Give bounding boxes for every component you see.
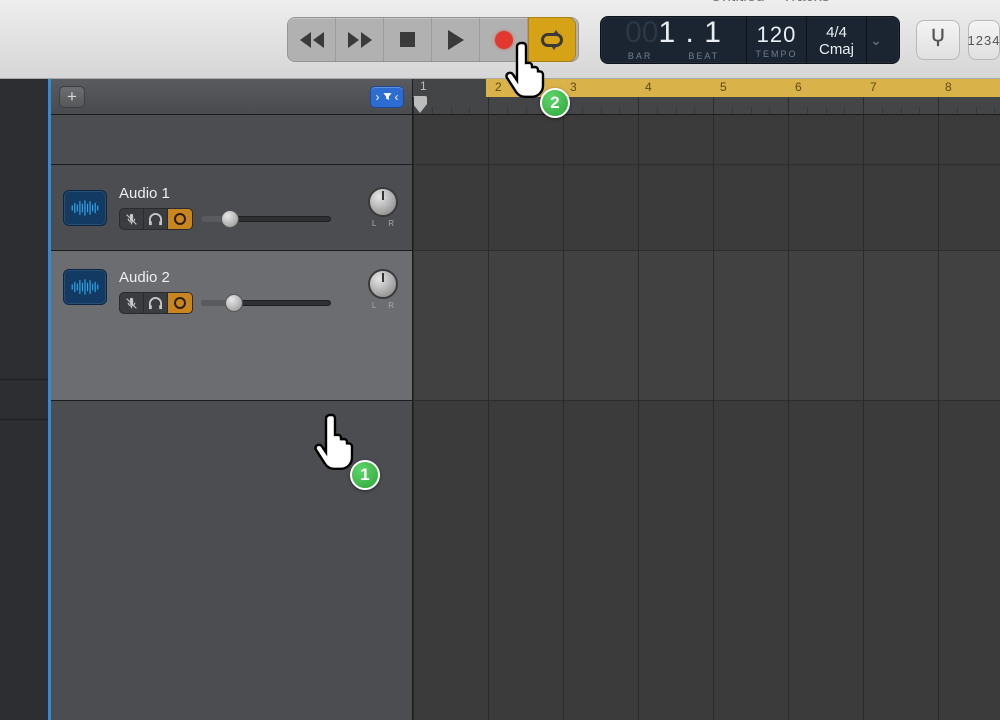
bar-number: 8 [945,80,952,94]
add-track-button[interactable]: + [59,86,85,108]
mute-button[interactable] [120,293,144,313]
chevron-left-icon: ‹ [395,90,399,104]
filter-icon [382,91,393,102]
stop-button[interactable] [384,17,432,62]
tuner-button[interactable] [916,20,960,60]
grid-row [413,165,1000,251]
track-list-header: + › ‹ [51,79,412,115]
tutorial-badge: 1 [350,460,380,490]
track-type-icon[interactable] [63,190,107,226]
arrangement-grid[interactable] [413,115,1000,720]
cycle-button[interactable] [528,17,576,62]
pan-control[interactable]: L R [366,187,400,228]
countin-label: 1234 [968,33,1000,48]
pan-control[interactable]: L R [366,269,400,310]
lcd-position-value: 1 . 1 [659,16,722,49]
arrangement-area[interactable]: 12345678 [413,79,1000,720]
bar-label: BAR [628,51,653,61]
track-name[interactable]: Audio 2 [119,269,354,286]
inspector-slot[interactable] [0,379,48,419]
pan-label: L R [372,219,399,228]
tempo-value: 120 [757,24,797,46]
record-button[interactable] [480,17,528,62]
monitor-button[interactable] [144,209,168,229]
record-enable-icon [174,297,186,309]
record-enable-button[interactable] [168,209,192,229]
chevron-right-icon: › [376,90,380,104]
beat-label: BEAT [688,51,719,61]
play-icon [448,30,464,50]
bar-number: 7 [870,80,877,94]
grid-row [413,115,1000,165]
track-button-group [119,208,193,230]
bar-number: 5 [720,80,727,94]
bar-number: 1 [420,79,427,93]
inspector-slot[interactable] [0,79,48,119]
countin-button[interactable]: 1234 [968,20,1000,60]
mute-icon [125,213,138,226]
lcd-menu-chevron-icon[interactable]: ⌄ [867,17,885,63]
lcd-display[interactable]: 001 . 1 BAR BEAT 120 TEMPO 4/4 Cmaj ⌄ [600,16,900,64]
window-title: Untitled – Tracks [640,0,900,8]
plus-icon: + [67,87,77,107]
track-list-spacer [51,115,412,165]
workspace: + › ‹ Audio 1 [0,79,1000,720]
waveform-icon [68,198,102,218]
tuning-fork-icon [925,26,951,54]
waveform-icon [68,277,102,297]
volume-fader[interactable] [201,296,331,310]
record-enable-icon [174,213,186,225]
mute-button[interactable] [120,209,144,229]
key-signature: Cmaj [819,41,854,58]
track-type-icon[interactable] [63,269,107,305]
time-signature: 4/4 [826,24,847,41]
grid-row [413,251,1000,401]
bar-number: 2 [495,80,502,94]
record-icon [495,31,513,49]
playhead[interactable] [413,96,427,112]
mute-icon [125,297,138,310]
headphones-icon [148,297,163,310]
bar-number: 6 [795,80,802,94]
inspector-column [0,79,48,720]
pan-knob-icon [368,187,398,217]
fast-forward-icon [348,32,372,48]
monitor-button[interactable] [144,293,168,313]
lcd-position[interactable]: 001 . 1 BAR BEAT [601,17,747,63]
play-button[interactable] [432,17,480,62]
track-filter-button[interactable]: › ‹ [370,86,404,108]
toolbar: Untitled – Tracks 001 . 1 BAR BEAT [0,0,1000,79]
rewind-button[interactable] [288,17,336,62]
bar-number: 3 [570,80,577,94]
empty-track-area[interactable] [51,401,412,720]
lcd-signature[interactable]: 4/4 Cmaj [807,17,867,63]
fader-knob-icon [225,294,243,312]
bar-number: 4 [645,80,652,94]
track-button-group [119,292,193,314]
pan-label: L R [372,301,399,310]
lcd-ghost-digits: 00 [625,16,658,49]
track-row[interactable]: Audio 1 [51,165,412,251]
pan-knob-icon [368,269,398,299]
timeline-ruler[interactable]: 12345678 [413,79,1000,115]
track-list-panel: + › ‹ Audio 1 [48,79,413,720]
tempo-label: TEMPO [756,49,798,59]
stop-icon [400,32,415,47]
headphones-icon [148,213,163,226]
grid-row [413,401,1000,720]
cycle-icon [541,33,563,47]
transport-controls [287,17,579,62]
inspector-slot[interactable] [0,419,48,459]
track-name[interactable]: Audio 1 [119,185,354,202]
fader-knob-icon [221,210,239,228]
fast-forward-button[interactable] [336,17,384,62]
volume-fader[interactable] [201,212,331,226]
record-enable-button[interactable] [168,293,192,313]
tutorial-badge: 2 [540,88,570,118]
track-row[interactable]: Audio 2 [51,251,412,401]
lcd-tempo[interactable]: 120 TEMPO [747,17,807,63]
rewind-icon [300,32,324,48]
